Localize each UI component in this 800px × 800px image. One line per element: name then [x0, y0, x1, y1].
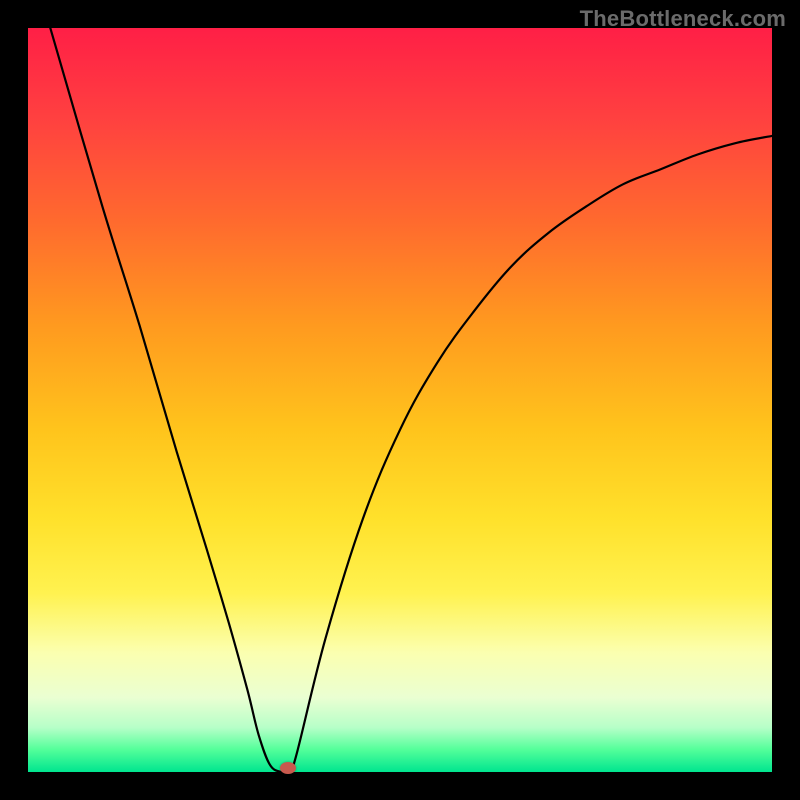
plot-area — [28, 28, 772, 772]
optimal-point-marker — [280, 762, 296, 774]
chart-frame: TheBottleneck.com — [0, 0, 800, 800]
chart-curve — [28, 28, 772, 772]
